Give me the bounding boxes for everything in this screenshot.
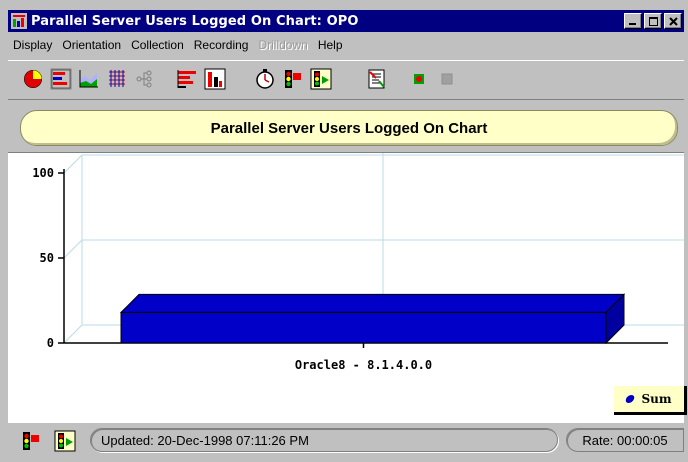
- toolbar: [8, 60, 684, 100]
- bar-top: [119, 293, 626, 313]
- horizontal-bar-chart-icon[interactable]: [50, 68, 72, 90]
- bar-chart-icon: [11, 13, 27, 29]
- record-icon[interactable]: [408, 68, 430, 90]
- legend-label: Sum: [641, 392, 672, 406]
- y-tick-label: 100: [32, 166, 54, 180]
- chart-legend: Sum: [614, 386, 687, 415]
- maximize-icon[interactable]: [644, 13, 662, 29]
- menu-bar: Display Orientation Collection Recording…: [8, 34, 684, 56]
- grid-diagonal: [63, 324, 83, 344]
- legend-swatch: [624, 395, 636, 403]
- status-rate: Rate: 00:00:05: [566, 428, 684, 452]
- menu-display[interactable]: Display: [8, 38, 57, 52]
- status-bar: Updated: 20-Dec-1998 07:11:26 PM Rate: 0…: [8, 426, 684, 456]
- stop-record-icon[interactable]: [436, 68, 458, 90]
- chart-window: Parallel Server Users Logged On Chart: O…: [0, 0, 688, 462]
- menu-drilldown[interactable]: Drilldown: [253, 38, 312, 52]
- pie-chart-icon[interactable]: [22, 68, 44, 90]
- chart-area: 100 50 0 Oracle8 - 8.1.4.0.0: [8, 152, 684, 423]
- menu-help[interactable]: Help: [313, 38, 348, 52]
- y-tick-label: 0: [47, 336, 54, 350]
- stacked-bar-icon[interactable]: [176, 68, 198, 90]
- timer-icon[interactable]: [254, 68, 276, 90]
- stop-collection-icon[interactable]: [282, 68, 304, 90]
- chart-title: Parallel Server Users Logged On Chart: [20, 110, 678, 146]
- menu-recording[interactable]: Recording: [189, 38, 254, 52]
- area-chart-icon[interactable]: [78, 68, 100, 90]
- vertical-bar-chart-icon[interactable]: [204, 68, 226, 90]
- x-tick-label: Oracle8 - 8.1.4.0.0: [295, 358, 432, 372]
- stop-collection-icon[interactable]: [20, 430, 42, 452]
- report-icon[interactable]: [366, 68, 388, 90]
- window-title: Parallel Server Users Logged On Chart: O…: [31, 13, 359, 29]
- y-tick-label: 50: [40, 251, 54, 265]
- menu-collection[interactable]: Collection: [126, 38, 189, 52]
- grid-diagonal: [63, 154, 83, 174]
- grid-chart-icon[interactable]: [106, 68, 128, 90]
- menu-orientation[interactable]: Orientation: [57, 38, 126, 52]
- tree-chart-icon[interactable]: [134, 68, 156, 90]
- close-icon[interactable]: [664, 13, 682, 29]
- start-collection-icon[interactable]: [310, 68, 332, 90]
- bar-front: [120, 311, 607, 344]
- title-bar[interactable]: Parallel Server Users Logged On Chart: O…: [8, 10, 684, 32]
- minimize-icon[interactable]: [624, 13, 642, 29]
- bar-chart: 100 50 0 Oracle8 - 8.1.4.0.0: [32, 153, 684, 372]
- start-collection-icon[interactable]: [54, 430, 76, 452]
- grid-diagonal: [63, 239, 83, 259]
- status-updated: Updated: 20-Dec-1998 07:11:26 PM: [90, 428, 558, 452]
